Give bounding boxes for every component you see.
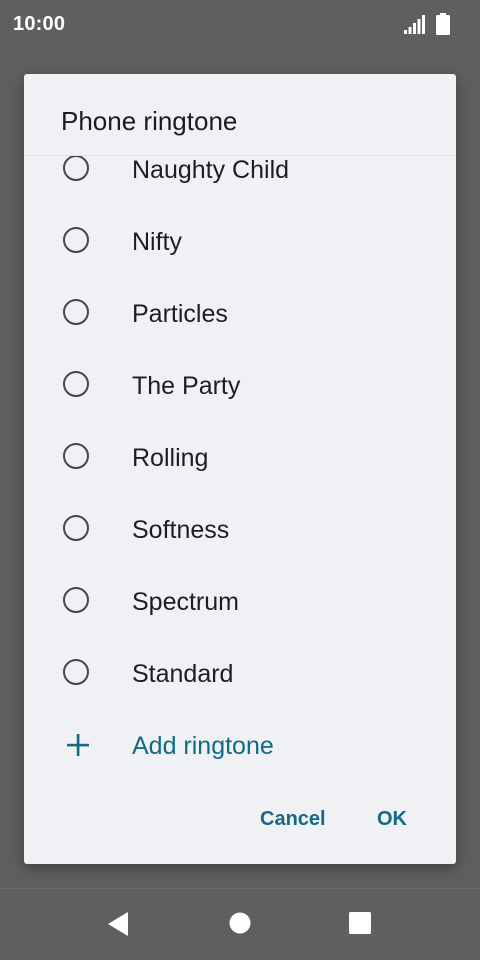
ringtone-dialog: Phone ringtone Naughty Child Nifty Parti… [24, 74, 456, 864]
ringtone-item[interactable]: Nifty [24, 206, 456, 278]
radio-button-unchecked-icon[interactable] [63, 371, 89, 397]
ringtone-item[interactable]: The Party [24, 350, 456, 422]
battery-full-icon [436, 13, 450, 40]
radio-button-unchecked-icon[interactable] [63, 443, 89, 469]
ringtone-label: Nifty [132, 228, 182, 256]
ringtone-item[interactable]: Naughty Child [24, 156, 456, 206]
ringtone-label: The Party [132, 372, 241, 400]
radio-button-unchecked-icon[interactable] [63, 587, 89, 613]
radio-button-unchecked-icon[interactable] [63, 659, 89, 685]
ringtone-label: Naughty Child [132, 156, 290, 184]
ringtone-label: Spectrum [132, 588, 239, 616]
ringtone-list[interactable]: Naughty Child Nifty Particles The Party … [24, 156, 456, 780]
radio-button-unchecked-icon[interactable] [63, 515, 89, 541]
status-time: 10:00 [13, 13, 66, 35]
ringtone-label: Rolling [132, 444, 209, 472]
dialog-title: Phone ringtone [61, 106, 238, 136]
navigation-bar [0, 889, 480, 960]
ringtone-item[interactable]: Particles [24, 278, 456, 350]
back-triangle-icon[interactable] [107, 911, 129, 942]
ringtone-label: Particles [132, 300, 228, 328]
ringtone-label: Standard [132, 660, 234, 688]
home-circle-icon[interactable] [229, 912, 251, 939]
ringtone-item[interactable]: Softness [24, 494, 456, 566]
ringtone-item[interactable]: Spectrum [24, 566, 456, 638]
radio-button-unchecked-icon[interactable] [63, 227, 89, 253]
status-bar: 10:00 [0, 0, 480, 50]
recent-apps-square-icon[interactable] [349, 912, 371, 939]
ringtone-label: Softness [132, 516, 230, 544]
ringtone-item[interactable]: Standard [24, 638, 456, 710]
add-ringtone-item[interactable]: Add ringtone [24, 710, 456, 780]
add-ringtone-label: Add ringtone [132, 732, 274, 760]
cellular-signal-icon [404, 15, 426, 40]
radio-button-unchecked-icon[interactable] [63, 156, 89, 181]
ringtone-item[interactable]: Rolling [24, 422, 456, 494]
plus-icon [66, 733, 90, 762]
cancel-button[interactable]: Cancel [254, 804, 332, 835]
radio-button-unchecked-icon[interactable] [63, 299, 89, 325]
ok-button[interactable]: OK [371, 804, 413, 835]
